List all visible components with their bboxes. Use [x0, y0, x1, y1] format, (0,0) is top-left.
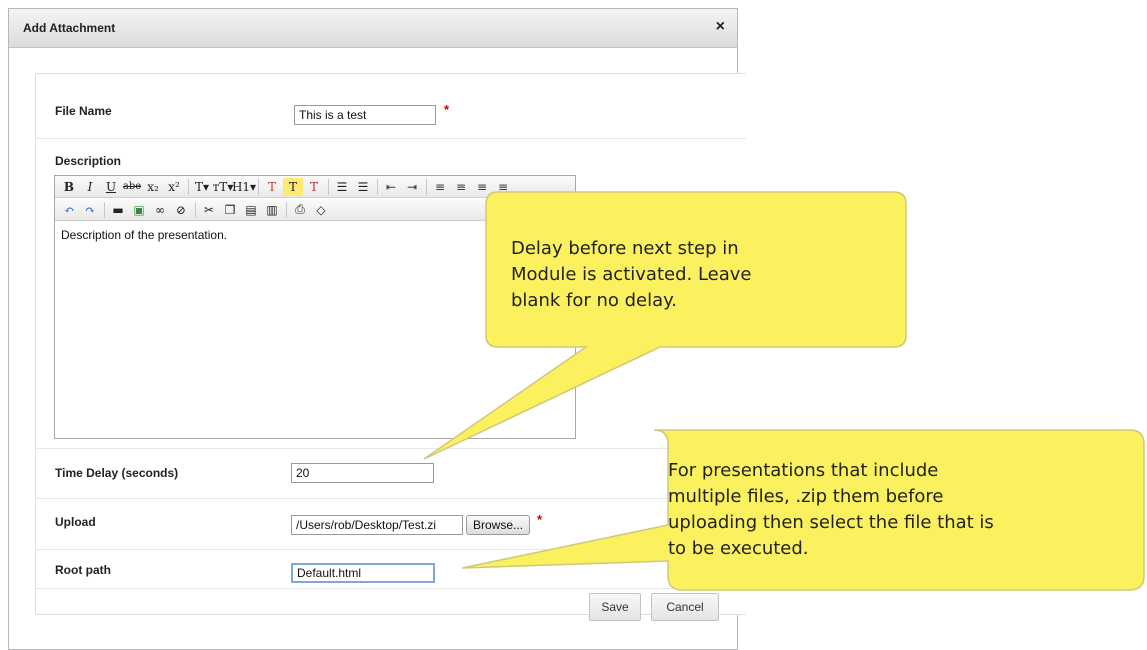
delay-callout-line: blank for no delay. [511, 290, 677, 311]
editor-toolbar-row-2: ↶ ↷ ▬ ▣ ∞ ⊘ ✂ ❐ ▤ ▥ ⎙ ◇ [55, 199, 575, 221]
form-panel: File Name * Description BIUabex₂x² T▾ᴛT▾H… [35, 73, 746, 615]
superscript-icon[interactable]: x² [164, 178, 184, 196]
paste-word-icon[interactable]: ▥ [262, 201, 282, 219]
indent-icon[interactable]: ⇥ [402, 178, 422, 196]
font-size-icon[interactable]: T▾ [192, 178, 212, 196]
subscript-icon[interactable]: x₂ [143, 178, 163, 196]
cut-icon[interactable]: ✂ [199, 201, 219, 219]
zip-callout-text: For presentations that include multiple … [668, 458, 994, 562]
link-icon[interactable]: ∞ [150, 201, 170, 219]
strikethrough-icon[interactable]: abe [122, 178, 142, 196]
divider [36, 588, 746, 589]
font-family-icon[interactable]: ᴛT▾ [213, 178, 234, 196]
outdent-icon[interactable]: ⇤ [381, 178, 401, 196]
copy-icon[interactable]: ❐ [220, 201, 240, 219]
zip-callout-line: For presentations that include [668, 460, 939, 481]
dialog-titlebar: Add Attachment × [9, 9, 737, 48]
image-icon[interactable]: ▣ [129, 201, 149, 219]
unlink-icon[interactable]: ⊘ [171, 201, 191, 219]
file-name-required-marker: * [444, 102, 450, 117]
bold-icon[interactable]: B [59, 178, 79, 196]
upload-label: Upload [55, 515, 96, 529]
delay-callout-line: Module is activated. Leave [511, 264, 752, 285]
print-icon[interactable]: ⎙ [290, 201, 310, 219]
toolbar-separator [377, 178, 378, 195]
highlight-icon[interactable]: T [283, 177, 303, 196]
justify-icon[interactable]: ≡ [493, 178, 513, 196]
toolbar-separator [195, 201, 196, 218]
divider [36, 498, 746, 499]
align-left-icon[interactable]: ≡ [430, 178, 450, 196]
close-icon[interactable]: × [716, 18, 725, 36]
horizontal-rule-icon[interactable]: ▬ [108, 201, 128, 219]
zip-callout-line: to be executed. [668, 538, 809, 559]
delay-callout-text: Delay before next step in Module is acti… [511, 236, 752, 314]
time-delay-label: Time Delay (seconds) [55, 466, 179, 480]
toolbar-separator [188, 178, 189, 195]
root-path-label: Root path [55, 563, 111, 577]
remove-format-icon[interactable]: T [304, 178, 324, 196]
toolbar-separator [286, 201, 287, 218]
description-editor[interactable]: B I Uabe x₂ x² T▾ ᴛT▾ H1▾ T T T ☰ ☰ ⇤ ⇥ ≡ ≡ ≡ ≡ ↶ ↷ ▬ ▣ ∞ ⊘ ✂ ❐ ▤ ▥… [54, 175, 576, 439]
zip-callout-line: uploading then select the file that is [668, 512, 994, 533]
editor-toolbar-row-1: B I Uabe x₂ x² T▾ ᴛT▾ H1▾ T T T ☰ ☰ ⇤ ⇥ ≡ ≡ ≡ ≡ [55, 176, 575, 198]
divider [36, 138, 746, 139]
toolbar-separator [104, 201, 105, 218]
cancel-button[interactable]: Cancel [651, 593, 719, 621]
delay-callout-line: Delay before next step in [511, 238, 739, 259]
bulleted-list-icon[interactable]: ☰ [332, 178, 352, 196]
browse-button[interactable]: Browse... [466, 515, 531, 535]
text-color-icon[interactable]: T [262, 178, 282, 196]
save-button[interactable]: Save [589, 593, 641, 621]
zip-callout-line: multiple files, .zip them before [668, 486, 944, 507]
align-center-icon[interactable]: ≡ [451, 178, 471, 196]
align-right-icon[interactable]: ≡ [472, 178, 492, 196]
divider [36, 549, 746, 550]
toolbar-separator [328, 178, 329, 195]
source-icon[interactable]: ◇ [311, 201, 331, 219]
numbered-list-icon[interactable]: ☰ [353, 178, 373, 196]
root-path-input[interactable] [291, 563, 435, 583]
undo-icon[interactable]: ↶ [59, 201, 79, 219]
upload-required-marker: * [537, 512, 543, 527]
file-name-input[interactable] [294, 105, 436, 125]
dialog-title: Add Attachment [23, 21, 116, 35]
heading-icon[interactable]: H1▾ [232, 178, 256, 196]
paste-icon[interactable]: ▤ [241, 201, 261, 219]
time-delay-input[interactable] [291, 463, 434, 483]
file-name-label: File Name [55, 104, 112, 118]
underline-icon[interactable]: U [101, 178, 121, 196]
redo-icon[interactable]: ↷ [80, 201, 100, 219]
divider [36, 448, 746, 449]
italic-icon[interactable]: I [80, 178, 100, 196]
description-text[interactable]: Description of the presentation. [61, 228, 227, 242]
description-label: Description [55, 154, 122, 168]
toolbar-separator [258, 178, 259, 195]
upload-path-input[interactable] [291, 515, 463, 535]
toolbar-separator [426, 178, 427, 195]
add-attachment-dialog: Add Attachment × File Name * Description… [8, 8, 746, 650]
